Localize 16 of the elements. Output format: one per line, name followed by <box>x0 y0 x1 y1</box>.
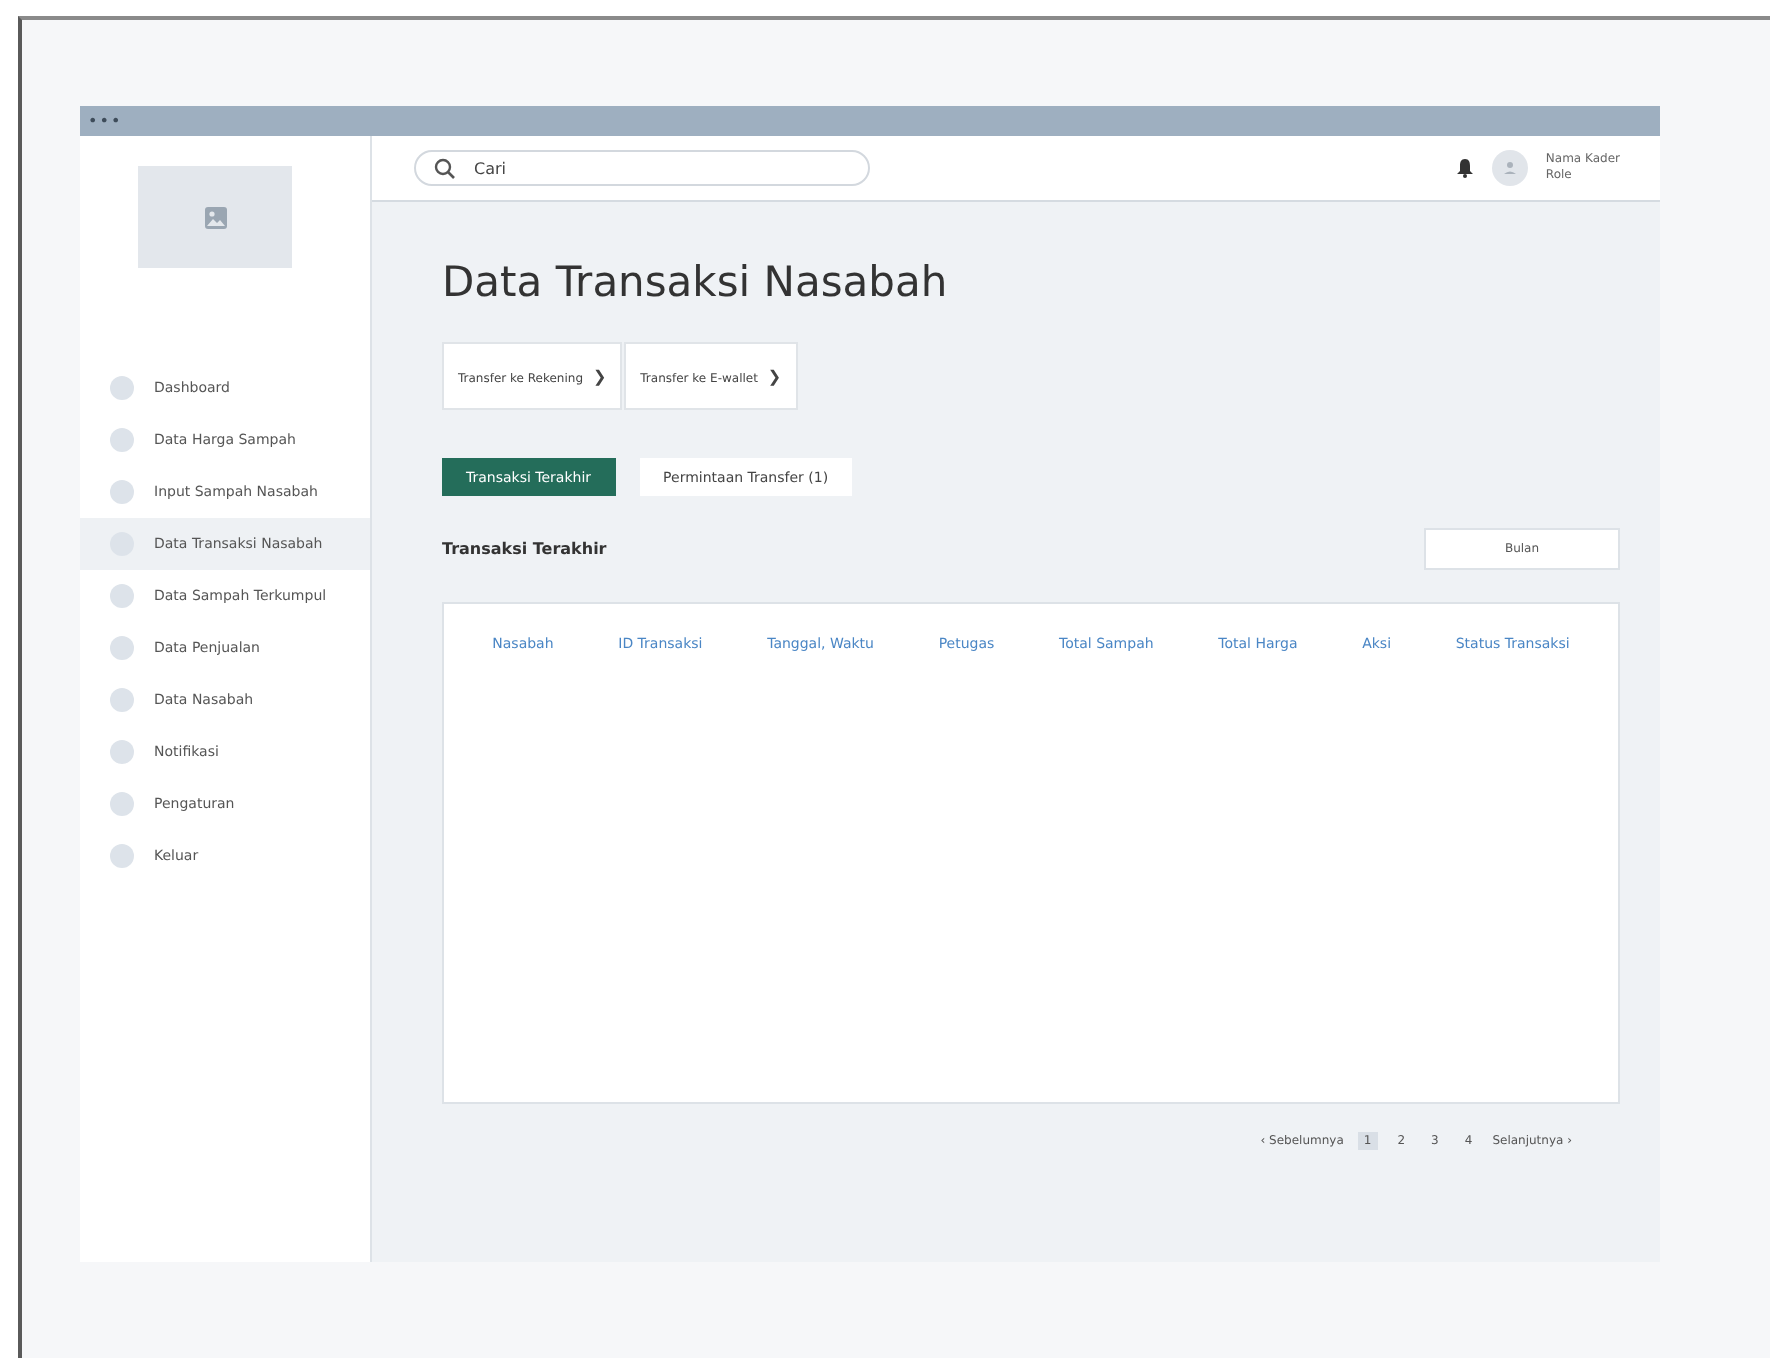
circle-icon <box>110 636 134 660</box>
image-icon <box>203 205 227 229</box>
circle-icon <box>110 376 134 400</box>
section-title: Transaksi Terakhir <box>442 540 607 558</box>
bell-icon[interactable] <box>1455 158 1474 178</box>
window-controls: ••• <box>88 112 123 130</box>
circle-icon <box>110 792 134 816</box>
circle-icon <box>110 740 134 764</box>
search-icon <box>434 158 456 180</box>
circle-icon <box>110 688 134 712</box>
page-title: Data Transaksi Nasabah <box>442 258 950 306</box>
circle-icon <box>110 480 134 504</box>
circle-icon <box>110 584 134 608</box>
circle-icon <box>110 428 134 452</box>
search-field[interactable]: Cari <box>414 150 870 186</box>
circle-icon <box>110 844 134 868</box>
